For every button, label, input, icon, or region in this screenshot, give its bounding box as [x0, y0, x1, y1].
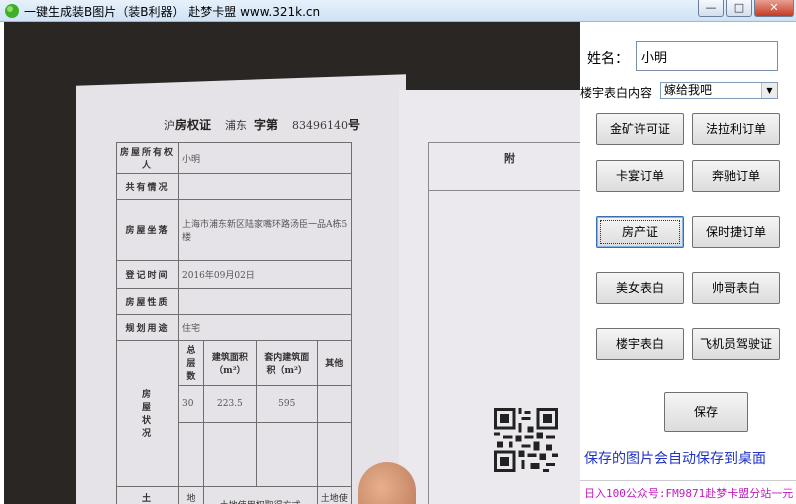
house-status-label: 房 屋 状 况	[116, 339, 179, 488]
owner-value: 小明	[178, 141, 352, 175]
beauty-confession-button[interactable]: 美女表白	[596, 272, 684, 304]
nature-label: 房屋性质	[116, 287, 179, 315]
cayenne-order-button[interactable]: 卡宴订单	[596, 160, 684, 192]
name-input[interactable]	[636, 41, 778, 71]
land-method-label: 土地使用权取得方式	[202, 486, 318, 504]
attachment-divider	[428, 190, 580, 191]
floors-label: 总层数	[178, 339, 204, 386]
ferrari-order-button[interactable]: 法拉利订单	[692, 113, 780, 145]
pilot-license-button[interactable]: 飞机员驾驶证	[692, 328, 780, 360]
share-label: 共有情况	[116, 173, 179, 201]
certificate-header: 沪房权证 浦东 字第 83496140号	[164, 118, 361, 132]
minimize-button[interactable]: —	[698, 0, 724, 17]
qr-code-icon	[494, 408, 558, 472]
handsome-confession-button[interactable]: 帅哥表白	[692, 272, 780, 304]
window-title: 一键生成装B图片（装B利器） 赴梦卡盟 www.321k.cn	[24, 5, 321, 19]
inner-area-value: 595	[256, 384, 318, 423]
plot-label: 地号	[178, 486, 204, 504]
confession-content-value: 嫁给我吧	[664, 83, 713, 97]
area-value: 223.5	[202, 384, 258, 423]
benz-order-button[interactable]: 奔驰订单	[692, 160, 780, 192]
mining-license-button[interactable]: 金矿许可证	[596, 113, 684, 145]
reg-time-value: 2016年09月02日	[178, 259, 352, 289]
building-confession-button[interactable]: 楼宇表白	[596, 328, 684, 360]
porsche-order-button[interactable]: 保时捷订单	[692, 216, 780, 248]
status-text: 日入100公众号:FM9871赴梦卡盟分站一元	[584, 487, 794, 500]
reg-time-label: 登记时间	[116, 259, 179, 289]
land-years-label: 土地使用年限	[316, 486, 353, 504]
preview-image: 沪房权证 浦东 字第 83496140号 房屋所有权人 小明 共有情况 房屋坐落…	[4, 22, 580, 504]
land-label: 土 地	[116, 486, 179, 504]
save-location-note: 保存的图片会自动保存到桌面	[584, 451, 766, 467]
use-label: 规划用途	[116, 313, 179, 341]
use-value: 住宅	[178, 313, 352, 341]
status-bar: 日入100公众号:FM9871赴梦卡盟分站一元	[580, 480, 796, 504]
location-label: 房屋坐落	[116, 199, 179, 261]
name-label: 姓名：	[587, 51, 629, 67]
content-label: 楼宇表白内容	[580, 86, 653, 100]
chevron-down-icon[interactable]: ▼	[761, 83, 777, 98]
close-button[interactable]: ✕	[754, 0, 794, 17]
title-bar[interactable]: 一键生成装B图片（装B利器） 赴梦卡盟 www.321k.cn — □ ✕	[0, 0, 796, 22]
property-cert-button[interactable]: 房产证	[596, 216, 684, 248]
area-label: 建筑面积（m²）	[202, 339, 258, 386]
location-value: 上海市浦东新区陆家嘴环路汤臣一品A栋5楼	[178, 199, 352, 261]
floors-value: 30	[178, 384, 204, 423]
inner-area-label: 套内建筑面积（m²）	[256, 339, 318, 386]
save-button[interactable]: 保存	[664, 392, 748, 432]
attachment-label: 附	[504, 152, 515, 165]
other-label: 其他	[316, 339, 353, 386]
owner-label: 房屋所有权人	[116, 141, 179, 175]
maximize-button[interactable]: □	[726, 0, 752, 17]
confession-content-select[interactable]: 嫁给我吧 ▼	[660, 82, 778, 99]
certificate-table: 房屋所有权人 小明 共有情况 房屋坐落 上海市浦东新区陆家嘴环路汤臣一品A栋5楼…	[116, 141, 353, 504]
app-icon	[5, 4, 19, 18]
